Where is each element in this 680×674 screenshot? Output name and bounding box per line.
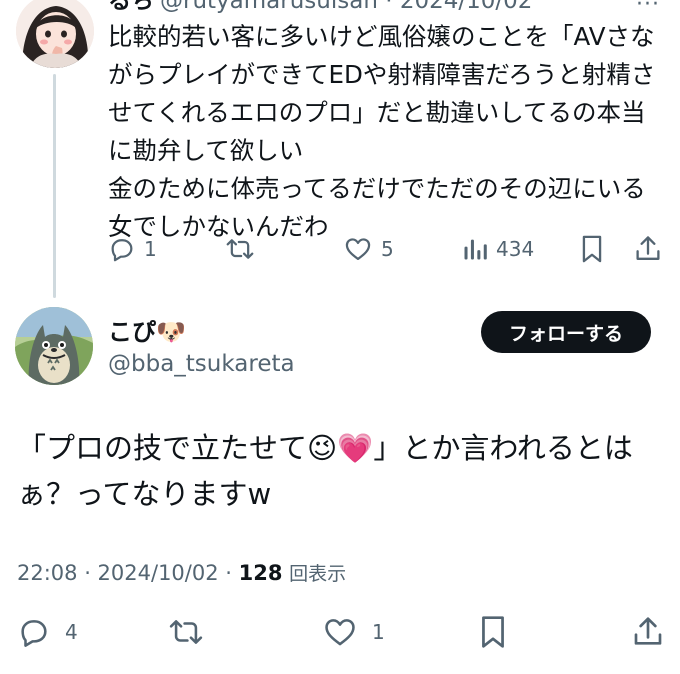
tweet-timestamp[interactable]: 22:08 · 2024/10/02 · [17,561,239,585]
parent-like-button[interactable]: 5 [343,231,394,267]
author-name-text: こぴ [108,318,156,346]
main-text-line: ぁ？ってなりますw [17,477,272,511]
parent-text-line: がらプレイができてEDや射精障害だろうと射精さ [108,60,656,89]
bookmark-icon [478,614,508,650]
main-retweet-button[interactable] [167,614,213,650]
main-like-count: 1 [372,620,385,644]
reply-icon [17,615,51,649]
main-reply-button[interactable]: 4 [17,614,78,650]
parent-text-line: 比較的若い客に多いけど風俗嬢のことを「AVさな [108,22,655,51]
parent-tweet[interactable]: るち @rutyamarusuisan · 2024/10/02 ··· 比較的若… [0,0,680,298]
author-display-name[interactable]: こぴ🐶 [108,316,186,348]
retweet-icon [167,615,205,649]
parent-tweet-text: 比較的若い客に多いけど風俗嬢のことを「AVさな がらプレイができてEDや射精障害… [108,18,664,246]
dog-emoji: 🐶 [156,318,186,346]
parent-header: るち @rutyamarusuisan · 2024/10/02 [108,0,532,16]
follow-button[interactable]: フォローする [481,311,651,353]
main-action-bar: 4 1 [0,614,680,650]
parent-text-line: 金のために体売ってるだけでただのその辺にいる [108,174,646,203]
parent-views-button[interactable]: 434 [462,231,534,267]
main-reply-count: 4 [65,620,78,644]
parent-text-line: せてくれるエロのプロ」だと勘違いしてるの本当 [108,98,646,127]
retweet-icon [224,235,256,263]
bookmark-icon [579,234,605,264]
parent-bookmark-button[interactable] [579,231,605,267]
share-icon [634,234,662,264]
parent-like-count: 5 [381,237,394,261]
views-icon [462,235,488,263]
tweet-metadata: 22:08 · 2024/10/02 · 128 回表示 [17,558,346,589]
parent-avatar[interactable] [16,0,94,68]
share-icon [632,614,664,650]
parent-handle-date[interactable]: @rutyamarusuisan · 2024/10/02 [160,0,532,14]
parent-reply-count: 1 [144,237,157,261]
parent-views-count: 434 [496,237,535,261]
parent-retweet-button[interactable] [224,231,264,267]
main-tweet-text: 「プロの技で立たせて😉💗」とか言われるとは ぁ？ってなりますw [17,425,667,517]
parent-display-name[interactable]: るち [108,0,154,14]
like-icon [343,235,373,263]
reply-icon [108,235,136,263]
views-count: 128 [238,561,283,585]
main-share-button[interactable] [632,614,664,650]
like-icon [322,615,358,649]
author-handle[interactable]: @bba_tsukareta [108,349,295,379]
parent-reply-button[interactable]: 1 [108,231,157,267]
more-options-icon[interactable]: ··· [636,0,660,17]
parent-text-line: に勘弁して欲しい [108,136,304,165]
author-avatar[interactable] [15,307,93,385]
parent-action-bar: 1 5 434 [0,231,680,267]
main-text-line: 「プロの技で立たせて😉💗」とか言われるとは [17,431,633,465]
main-bookmark-button[interactable] [478,614,508,650]
parent-share-button[interactable] [634,231,662,267]
views-label: 回表示 [289,563,347,585]
main-like-button[interactable]: 1 [322,614,385,650]
